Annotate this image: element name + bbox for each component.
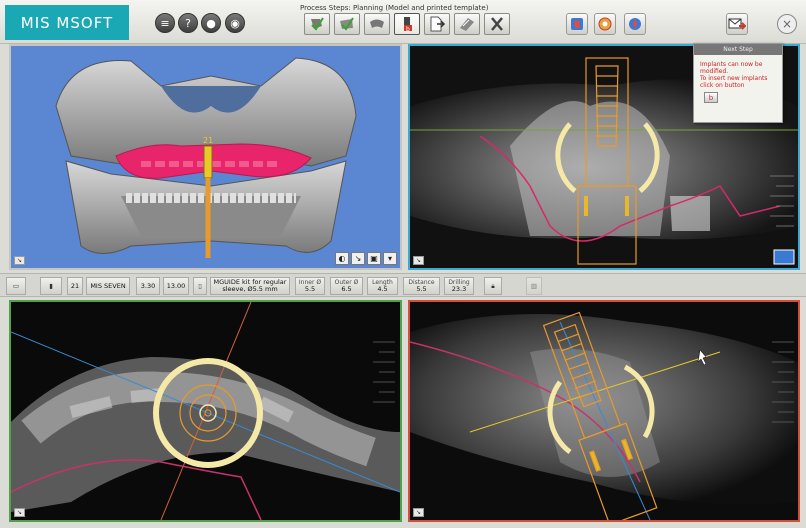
guide-icon — [460, 18, 474, 31]
next-step-popup: Next Step Implants can now be modified. … — [693, 43, 783, 123]
pointer-icon[interactable]: ↘ — [351, 252, 365, 265]
compass-icon — [629, 18, 641, 30]
next-step-line1: Implants can now be modified. — [700, 61, 763, 75]
step-export-button[interactable] — [424, 13, 450, 35]
step-segmentation-button[interactable] — [304, 13, 330, 35]
drilling-depth: Drilling 23.3 — [444, 277, 474, 295]
corner-arrow-icon[interactable]: ↘ — [413, 256, 424, 265]
implant-brand: MIS SEVEN — [86, 277, 130, 295]
list-icon[interactable]: ≡ — [155, 13, 175, 33]
implant-info-bar: ▭ ▮ 21 MIS SEVEN 3.30 13.00 ▯ MGUIDE kit… — [0, 273, 806, 297]
next-step-line2: To insert new implants click on button — [700, 75, 768, 89]
step-model-button[interactable] — [334, 13, 360, 35]
navigation-button[interactable] — [624, 13, 646, 35]
sleeve-distance: Distance 5.5 — [403, 277, 440, 295]
x-mark-icon — [491, 17, 503, 31]
next-step-header: Next Step — [694, 44, 782, 55]
sleeve-length: Length 4.5 — [367, 277, 398, 295]
bone-tooth-icon — [571, 18, 583, 30]
implant-diameter: 3.30 — [136, 277, 160, 295]
screen-icon[interactable]: ▭ — [6, 277, 26, 295]
view-axial-ct[interactable]: ↘ — [9, 300, 402, 522]
view-3d-model[interactable]: 21 ↘ ◐ ↘ ▣ ▾ — [9, 44, 402, 270]
close-button[interactable]: × — [777, 14, 797, 34]
sleeve-icon: ▯ — [193, 277, 207, 295]
send-order-button[interactable] — [726, 13, 748, 35]
rotate-icon[interactable]: ◐ — [335, 252, 349, 265]
implant-length: 13.00 — [163, 277, 189, 295]
layers-icon[interactable]: ▣ — [367, 252, 381, 265]
view-cross-section-ct[interactable]: ↘ — [408, 300, 800, 522]
implant-icon: ▮ — [40, 277, 62, 295]
guide-kit-label: MGUIDE kit for regular sleeve, Ø5.5 mm — [210, 277, 290, 295]
tooth-number-label: 21 — [203, 136, 213, 145]
insert-implant-button[interactable]: b — [704, 92, 718, 103]
document-arrow-icon — [430, 16, 446, 32]
inner-diameter: Inner Ø 5.5 — [295, 277, 325, 295]
app-window: MIS MSOFT ≡ ? ● ◉ Process Steps: Plannin… — [0, 0, 806, 528]
app-logo: MIS MSOFT — [5, 5, 129, 40]
help-icon[interactable]: ? — [178, 13, 198, 33]
bone-density-button[interactable] — [566, 13, 588, 35]
step-jaw-button[interactable] — [364, 13, 390, 35]
step-implant-planning-button[interactable]: b — [394, 13, 420, 35]
lock-icon[interactable]: 🔒︎ — [484, 277, 502, 295]
svg-text:b: b — [406, 26, 410, 32]
check-model-icon — [340, 17, 354, 31]
process-steps-label: Process Steps: Planning (Model and print… — [300, 4, 489, 12]
implant-insert-icon: b — [404, 17, 412, 32]
view3d-toolbar: ◐ ↘ ▣ ▾ — [335, 252, 397, 265]
mail-send-icon — [728, 18, 746, 30]
corner-arrow-icon[interactable]: ↘ — [14, 508, 25, 517]
dropdown-icon[interactable]: ▾ — [383, 252, 397, 265]
outer-diameter: Outer Ø 6.5 — [330, 277, 363, 295]
skull-3d-render: 21 — [11, 46, 400, 268]
camera-icon[interactable]: ◉ — [225, 13, 245, 33]
step-cancel-button[interactable] — [484, 13, 510, 35]
trash-icon[interactable]: ▥ — [526, 277, 542, 295]
settings-button[interactable] — [594, 13, 616, 35]
gear-icon — [598, 17, 612, 31]
tooth-number: 21 — [67, 277, 83, 295]
check-tooth-icon — [311, 17, 324, 31]
axial-ct-image — [11, 302, 400, 520]
jaw-icon — [370, 19, 384, 28]
step-guide-button[interactable] — [454, 13, 480, 35]
corner-arrow-icon[interactable]: ↘ — [413, 508, 424, 517]
video-icon[interactable]: ● — [201, 13, 221, 33]
cross-section-ct-image — [410, 302, 798, 520]
top-toolbar: MIS MSOFT ≡ ? ● ◉ Process Steps: Plannin… — [0, 0, 806, 44]
corner-arrow-icon[interactable]: ↘ — [14, 256, 25, 265]
next-step-message: Implants can now be modified. To insert … — [694, 55, 782, 89]
